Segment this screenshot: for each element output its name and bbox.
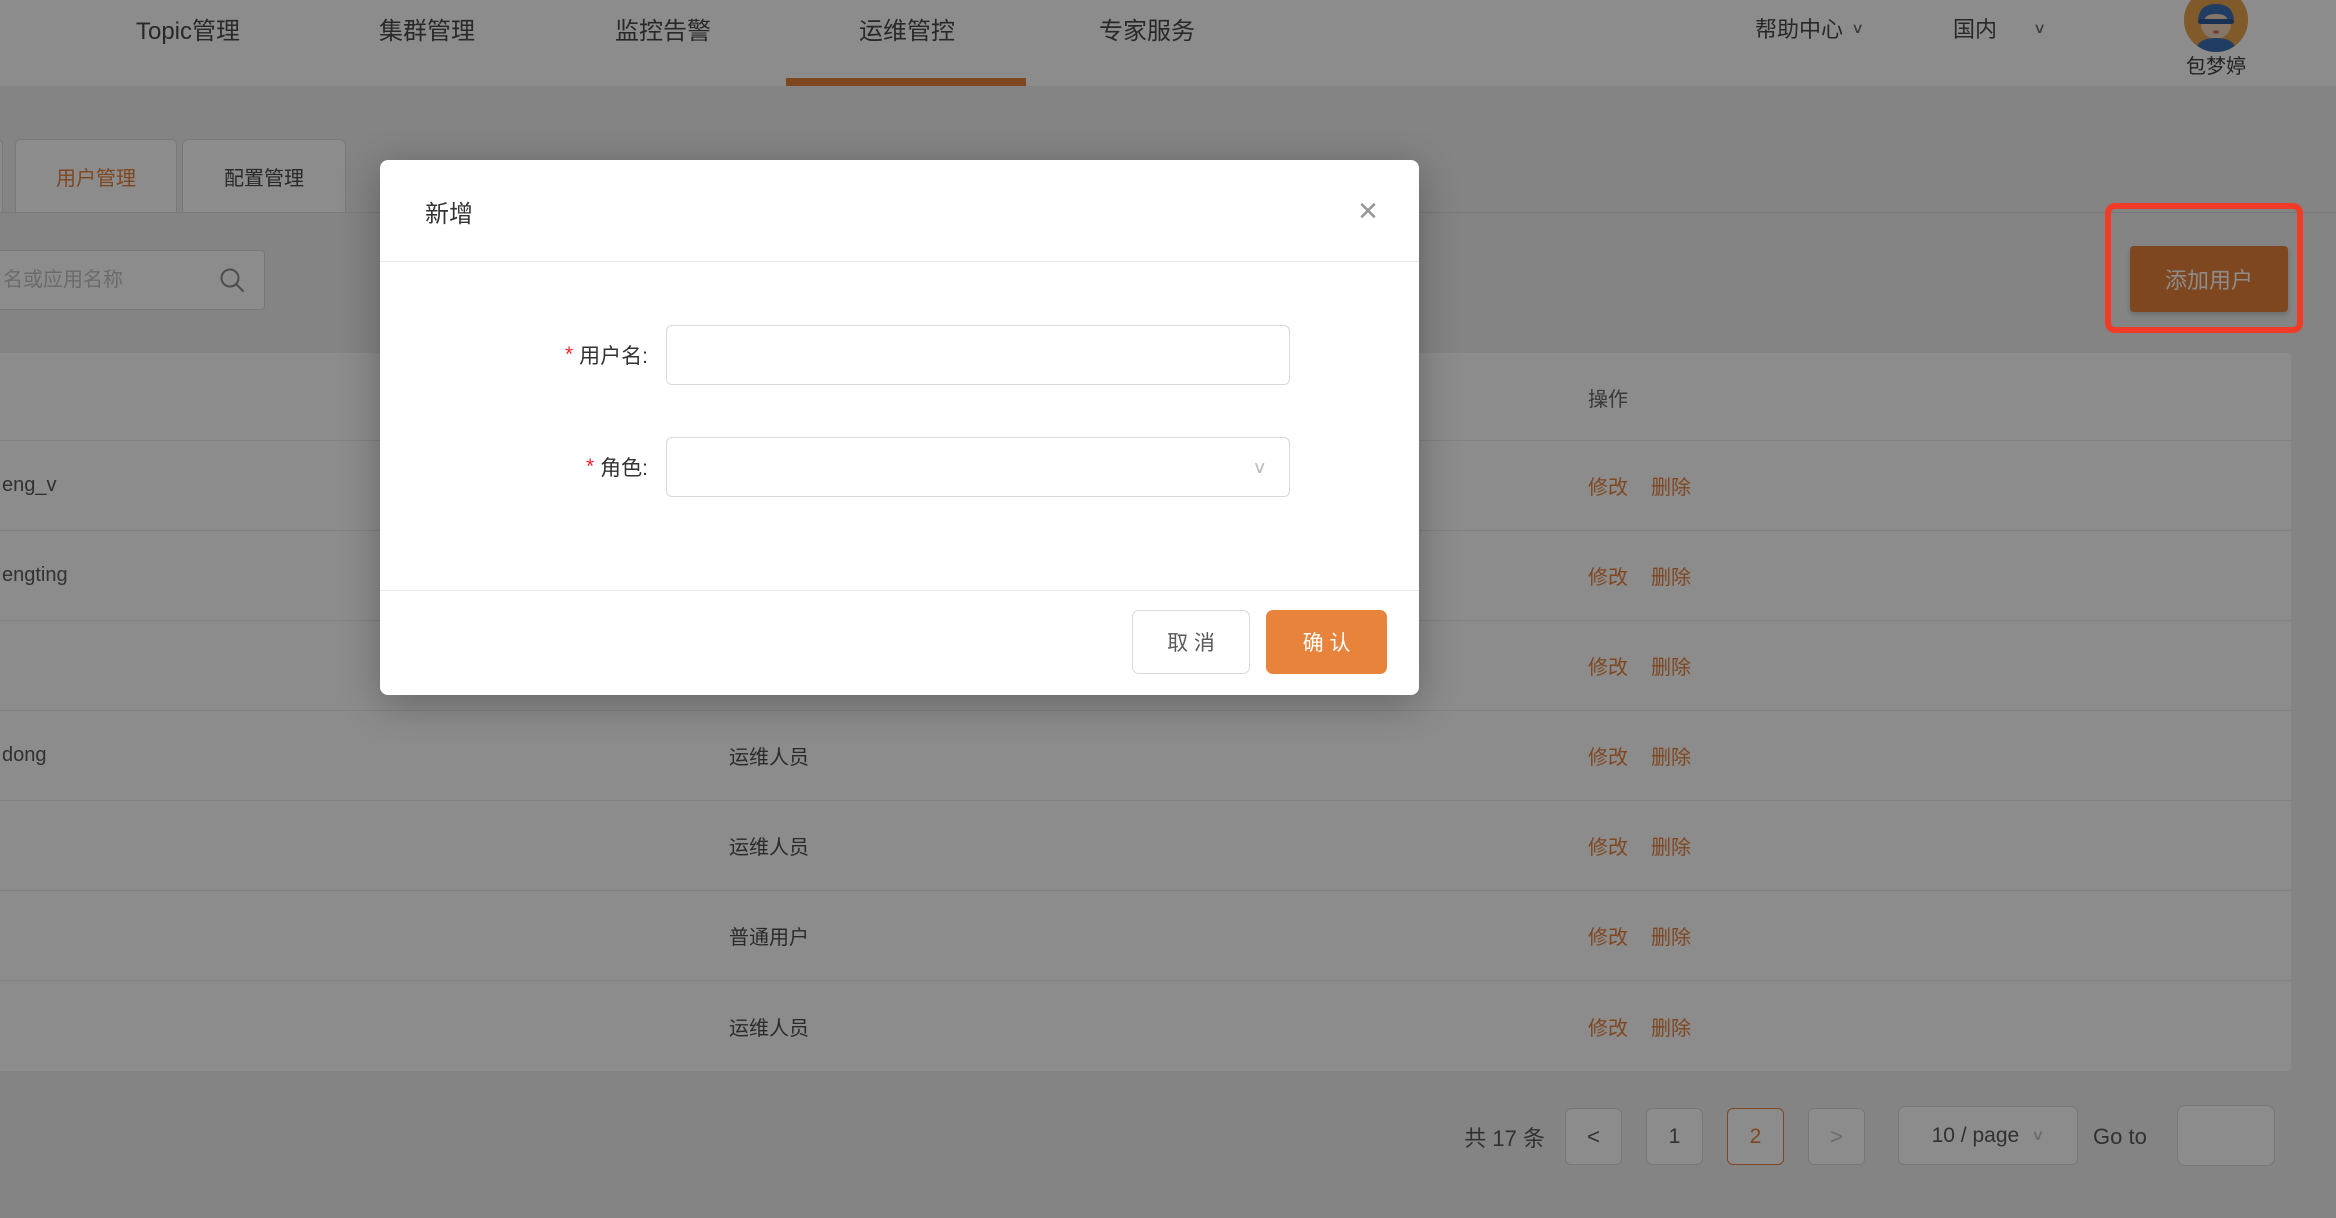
confirm-button[interactable]: 确 认 — [1266, 610, 1387, 674]
close-icon[interactable]: ✕ — [1338, 160, 1398, 262]
username-label: *用户名: — [565, 325, 648, 385]
role-select[interactable]: ∨ — [666, 437, 1290, 497]
required-asterisk: * — [565, 343, 573, 367]
username-form-row: *用户名: — [380, 325, 1419, 385]
cancel-button[interactable]: 取 消 — [1132, 610, 1250, 674]
role-form-row: *角色: ∨ — [380, 437, 1419, 497]
username-field[interactable] — [666, 325, 1290, 385]
role-label: *角色: — [586, 437, 648, 497]
modal-footer-divider — [380, 590, 1419, 591]
modal-title: 新增 — [425, 160, 473, 262]
chevron-down-icon: ∨ — [1252, 457, 1267, 478]
username-label-text: 用户名: — [579, 340, 648, 370]
add-user-modal: 新增 ✕ *用户名: *角色: ∨ 取 消 确 认 — [380, 160, 1419, 695]
modal-header: 新增 ✕ — [380, 160, 1419, 262]
required-asterisk: * — [586, 455, 594, 479]
role-label-text: 角色: — [600, 452, 648, 482]
